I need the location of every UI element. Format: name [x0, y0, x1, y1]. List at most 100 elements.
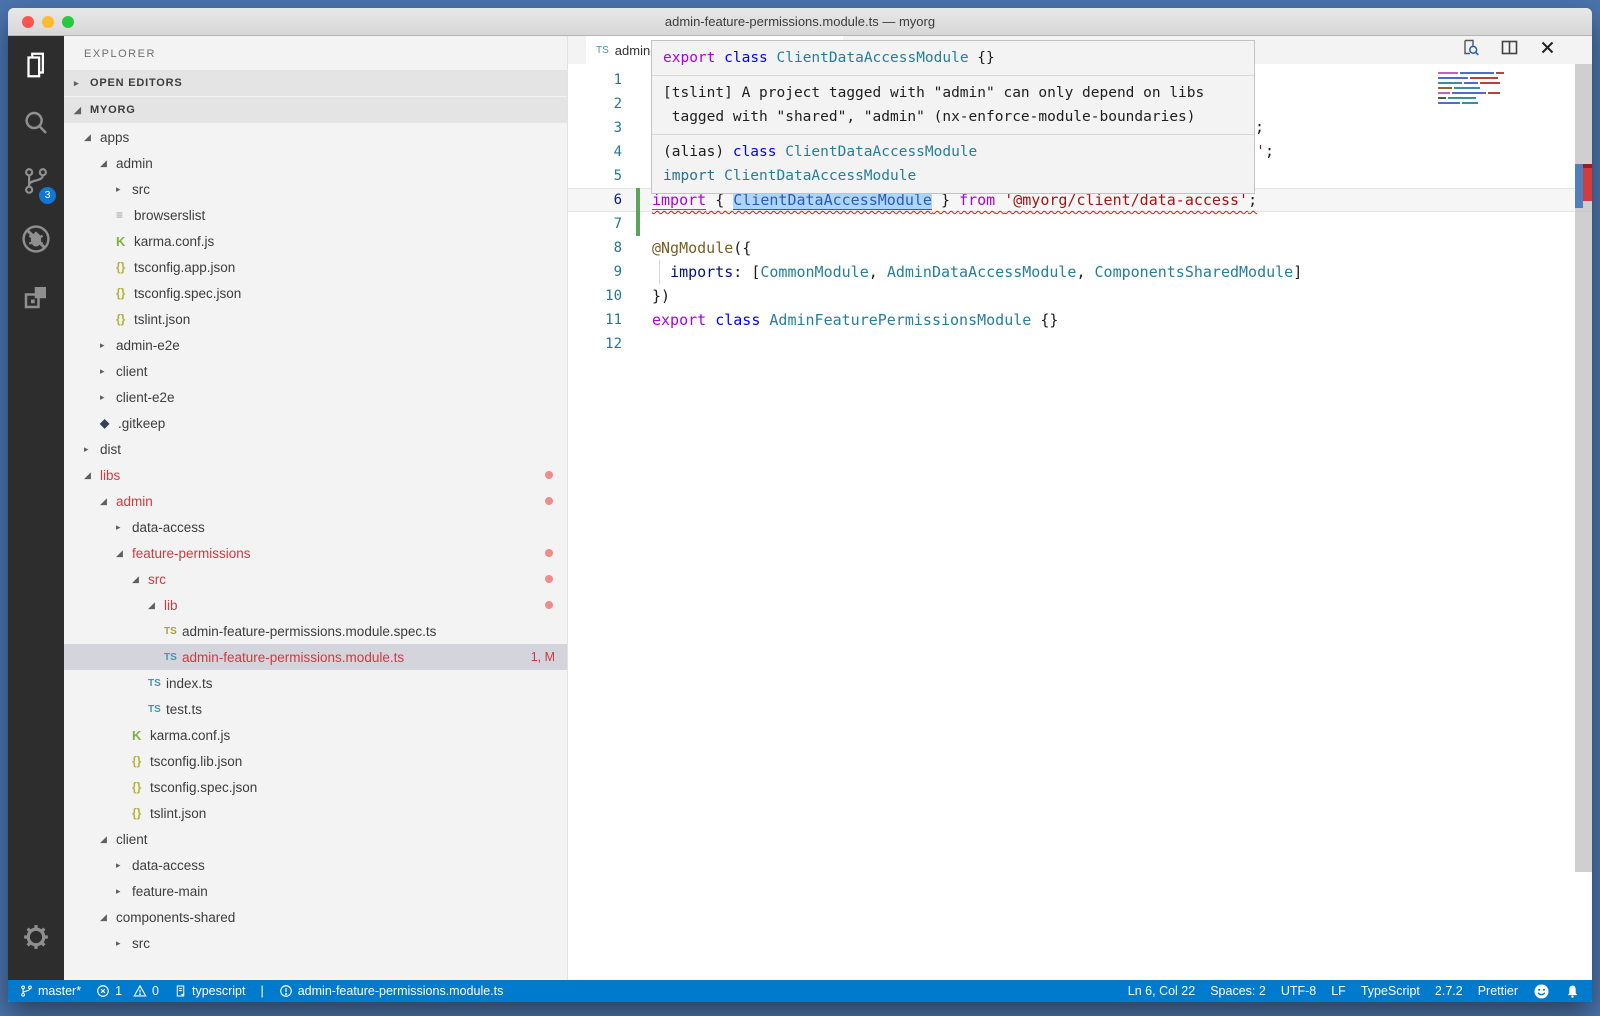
tree-folder-src[interactable]: ◢src	[64, 566, 567, 592]
code-area[interactable]: 123456import { ClientDataAccessModule } …	[568, 64, 1592, 980]
chevron-down-icon: ◢	[84, 470, 100, 481]
zoom-window-button[interactable]	[62, 16, 74, 28]
tree-folder-apps[interactable]: ◢apps	[64, 124, 567, 150]
eol-status[interactable]: LF	[1331, 984, 1346, 998]
tree-item-label: apps	[100, 130, 129, 145]
split-editor-icon[interactable]	[1500, 38, 1519, 62]
open-editors-header[interactable]: ▸ OPEN EDITORS	[64, 70, 567, 96]
explorer-icon[interactable]	[8, 36, 64, 94]
language-mode-status[interactable]: TypeScript	[1361, 984, 1420, 998]
tree-folder-src[interactable]: ▸src	[64, 930, 567, 956]
chevron-right-icon: ▸	[116, 860, 132, 871]
code-line-10[interactable]: 10})	[568, 284, 1592, 308]
code-line-9[interactable]: 9 imports: [CommonModule, AdminDataAcces…	[568, 260, 1592, 284]
tree-file-tsconfig.app.json[interactable]: {}tsconfig.app.json	[64, 254, 567, 280]
debug-icon[interactable]	[8, 210, 64, 268]
tree-folder-admin[interactable]: ◢admin	[64, 150, 567, 176]
code-line-11[interactable]: 11export class AdminFeaturePermissionsMo…	[568, 308, 1592, 332]
workspace-root-header[interactable]: ◢ MYORG	[64, 97, 567, 123]
chevron-down-icon: ◢	[148, 600, 164, 611]
tree-folder-data-access[interactable]: ▸data-access	[64, 514, 567, 540]
modified-dot-indicator	[545, 497, 553, 505]
vscode-window: admin-feature-permissions.module.ts — my…	[8, 8, 1592, 1002]
tree-file-karma.conf.js[interactable]: Kkarma.conf.js	[64, 228, 567, 254]
tree-folder-client[interactable]: ▸client	[64, 358, 567, 384]
tree-folder-admin[interactable]: ◢admin	[64, 488, 567, 514]
git-branch-status[interactable]: master*	[20, 984, 81, 998]
tree-folder-data-access[interactable]: ▸data-access	[64, 852, 567, 878]
window-controls	[22, 16, 74, 28]
tree-item-label: client	[116, 832, 148, 847]
tree-file-admin-feature-permissions.module.ts[interactable]: TSadmin-feature-permissions.module.ts1, …	[64, 644, 567, 670]
tree-item-label: data-access	[132, 520, 205, 535]
tree-file-index.ts[interactable]: TSindex.ts	[64, 670, 567, 696]
tree-item-label: feature-main	[132, 884, 208, 899]
tree-file-tsconfig.spec.json[interactable]: {}tsconfig.spec.json	[64, 774, 567, 800]
status-separator: |	[260, 984, 263, 998]
indentation-status[interactable]: Spaces: 2	[1210, 984, 1266, 998]
tree-folder-admin-e2e[interactable]: ▸admin-e2e	[64, 332, 567, 358]
chevron-down-icon: ◢	[100, 912, 116, 923]
tree-folder-components-shared[interactable]: ◢components-shared	[64, 904, 567, 930]
close-window-button[interactable]	[22, 16, 34, 28]
line-number: 7	[568, 216, 622, 232]
problems-status[interactable]: 1 0	[96, 984, 159, 998]
tree-file-tslint.json[interactable]: {}tslint.json	[64, 800, 567, 826]
minimap[interactable]	[1438, 72, 1504, 107]
tree-folder-feature-main[interactable]: ▸feature-main	[64, 878, 567, 904]
tree-item-label: test.ts	[166, 702, 202, 717]
chevron-right-icon: ▸	[116, 184, 132, 195]
tree-folder-libs[interactable]: ◢libs	[64, 462, 567, 488]
overview-ruler-cursor-marker	[1575, 164, 1583, 208]
tree-file-tsconfig.lib.json[interactable]: {}tsconfig.lib.json	[64, 748, 567, 774]
tree-folder-feature-permissions[interactable]: ◢feature-permissions	[64, 540, 567, 566]
tree-file-tslint.json[interactable]: {}tslint.json	[64, 306, 567, 332]
formatter-status[interactable]: Prettier	[1478, 984, 1518, 998]
feedback-smiley-icon[interactable]	[1533, 983, 1550, 1000]
gutter-spacer	[636, 164, 640, 188]
chevron-right-icon: ▸	[116, 938, 132, 949]
hover-tooltip: export class ClientDataAccessModule {} […	[651, 40, 1255, 194]
chevron-right-icon: ▸	[116, 886, 132, 897]
karma-file-icon: K	[116, 234, 134, 249]
source-control-icon[interactable]: 3	[8, 152, 64, 210]
search-icon[interactable]	[8, 94, 64, 152]
tree-file-karma.conf.js[interactable]: Kkarma.conf.js	[64, 722, 567, 748]
tree-item-label: dist	[100, 442, 121, 457]
encoding-status[interactable]: UTF-8	[1281, 984, 1316, 998]
file-problems-status[interactable]: admin-feature-permissions.module.ts	[279, 984, 504, 998]
open-preview-icon[interactable]	[1461, 38, 1480, 62]
gutter-spacer	[636, 92, 640, 116]
tree-file-.gitkeep[interactable]: ◆.gitkeep	[64, 410, 567, 436]
minimize-window-button[interactable]	[42, 16, 54, 28]
close-editor-icon[interactable]	[1539, 39, 1556, 61]
tree-file-admin-feature-permissions.module.spec.ts[interactable]: TSadmin-feature-permissions.module.spec.…	[64, 618, 567, 644]
line-number: 1	[568, 72, 622, 88]
typescript-file-icon: TS	[596, 45, 609, 56]
code-line-7[interactable]: 7	[568, 212, 1592, 236]
tree-folder-client-e2e[interactable]: ▸client-e2e	[64, 384, 567, 410]
code-line-12[interactable]: 12	[568, 332, 1592, 356]
chevron-right-icon: ▸	[100, 392, 116, 403]
tree-folder-src[interactable]: ▸src	[64, 176, 567, 202]
tree-item-label: tsconfig.lib.json	[150, 754, 242, 769]
extensions-icon[interactable]	[8, 268, 64, 326]
ts-version-status[interactable]: 2.7.2	[1435, 984, 1463, 998]
settings-gear-icon[interactable]	[8, 908, 64, 966]
scm-badge: 3	[39, 187, 56, 204]
tree-folder-client[interactable]: ◢client	[64, 826, 567, 852]
linter-status[interactable]: typescript	[174, 984, 246, 998]
tree-file-tsconfig.spec.json[interactable]: {}tsconfig.spec.json	[64, 280, 567, 306]
cursor-position-status[interactable]: Ln 6, Col 22	[1128, 984, 1195, 998]
notifications-bell-icon[interactable]	[1565, 984, 1580, 999]
gutter-spacer	[636, 236, 640, 260]
braces-file-icon: {}	[132, 806, 150, 820]
tree-file-browserslist[interactable]: ≡browserslist	[64, 202, 567, 228]
overview-ruler-error-marker-top	[1583, 164, 1592, 168]
tree-folder-lib[interactable]: ◢lib	[64, 592, 567, 618]
explorer-sidebar: EXPLORER ▸ OPEN EDITORS ◢ MYORG ◢apps◢ad…	[64, 36, 568, 980]
tree-folder-dist[interactable]: ▸dist	[64, 436, 567, 462]
tree-file-test.ts[interactable]: TStest.ts	[64, 696, 567, 722]
code-line-8[interactable]: 8@NgModule({	[568, 236, 1592, 260]
chevron-right-icon: ▸	[84, 444, 100, 455]
